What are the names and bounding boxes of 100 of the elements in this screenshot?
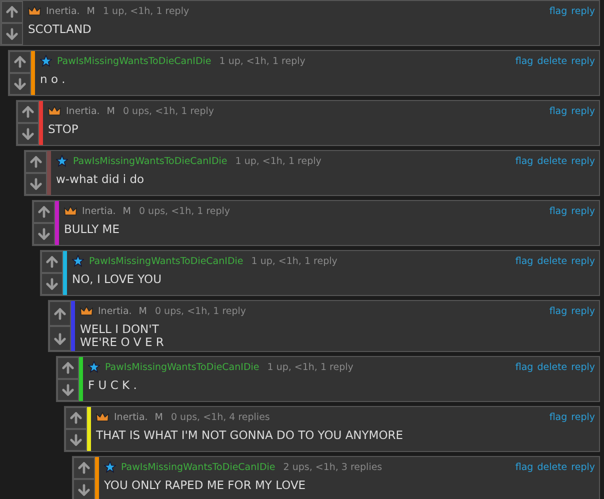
comment-action-link[interactable]: reply (571, 6, 595, 16)
star-icon (56, 155, 68, 167)
comment-action-link[interactable]: reply (571, 56, 595, 66)
comment-action-link[interactable]: reply (571, 412, 595, 422)
mod-flair: M (106, 106, 115, 116)
comment-action-link[interactable]: flag (549, 206, 568, 216)
upvote-button[interactable] (73, 457, 95, 479)
comment-action-link[interactable]: flag (515, 362, 534, 372)
comment-action-link[interactable]: reply (571, 156, 595, 166)
mod-flair: M (138, 306, 147, 316)
downvote-button[interactable] (65, 429, 87, 451)
downvote-button[interactable] (73, 479, 95, 499)
up-arrow-icon (76, 460, 92, 476)
downvote-button[interactable] (25, 173, 47, 195)
down-arrow-icon (52, 330, 68, 346)
downvote-button[interactable] (41, 273, 63, 295)
mod-flair: M (154, 412, 163, 422)
comment-text: STOP (48, 123, 80, 136)
comment-meta: 1 up, <1h, 1 reply (219, 56, 306, 66)
comment-action-link[interactable]: delete (537, 156, 568, 166)
star-icon (104, 461, 116, 473)
star-icon (72, 255, 84, 267)
comment-action-link[interactable]: delete (537, 362, 568, 372)
comment-action-link[interactable]: reply (571, 206, 595, 216)
up-arrow-icon (20, 104, 36, 120)
downvote-button[interactable] (1, 23, 23, 45)
comment-action-link[interactable]: flag (515, 256, 534, 266)
downvote-button[interactable] (33, 223, 55, 245)
up-arrow-icon (60, 360, 76, 376)
comment-text: F U C K . (88, 379, 138, 392)
mod-flair: M (122, 206, 131, 216)
comment-action-link[interactable]: delete (537, 256, 568, 266)
username[interactable]: PawIsMissingWantsToDieCanIDie (105, 362, 260, 372)
down-arrow-icon (12, 76, 28, 92)
up-arrow-icon (44, 254, 60, 270)
comment-text: w-what did i do (56, 173, 146, 186)
comment-action-link[interactable]: flag (549, 6, 568, 16)
comment-action-link[interactable]: delete (537, 462, 568, 472)
comment-text: NO, I LOVE YOU (72, 273, 163, 286)
comment-text: BULLY ME (64, 223, 120, 236)
star-icon (88, 361, 100, 373)
username[interactable]: Inertia. (66, 106, 100, 116)
comment-action-link[interactable]: reply (571, 256, 595, 266)
comment-meta: 1 up, <1h, 1 reply (251, 256, 338, 266)
comment-text: WE'RE O V E R (80, 336, 165, 349)
comment-meta: 0 ups, <1h, 1 reply (154, 306, 246, 316)
downvote-button[interactable] (57, 379, 79, 401)
comment-meta: 1 up, <1h, 1 reply (267, 362, 354, 372)
comment-action-link[interactable]: reply (571, 362, 595, 372)
comment-action-link[interactable]: flag (549, 412, 568, 422)
comment-meta: 0 ups, <1h, 1 reply (122, 106, 214, 116)
comment-meta: 0 ups, <1h, 1 reply (138, 206, 230, 216)
upvote-button[interactable] (1, 1, 23, 23)
upvote-button[interactable] (57, 357, 79, 379)
downvote-button[interactable] (49, 326, 71, 351)
comment-action-link[interactable]: flag (549, 306, 568, 316)
up-arrow-icon (52, 306, 68, 322)
comment-action-link[interactable]: flag (515, 462, 534, 472)
comment-text: YOU ONLY RAPED ME FOR MY LOVE (104, 479, 307, 492)
username[interactable]: Inertia. (98, 306, 132, 316)
comment-meta: 1 up, <1h, 1 reply (235, 156, 322, 166)
username[interactable]: PawIsMissingWantsToDieCanIDie (121, 462, 276, 472)
comment-action-link[interactable]: delete (537, 56, 568, 66)
comment-action-link[interactable]: flag (515, 156, 534, 166)
username[interactable]: Inertia. (82, 206, 116, 216)
up-arrow-icon (68, 410, 84, 426)
comment-text: WELL I DON'T (80, 323, 160, 336)
up-arrow-icon (12, 54, 28, 70)
comment-action-link[interactable]: reply (571, 306, 595, 316)
downvote-button[interactable] (9, 73, 31, 95)
downvote-button[interactable] (17, 123, 39, 145)
upvote-button[interactable] (41, 251, 63, 273)
down-arrow-icon (60, 382, 76, 398)
comment-text: SCOTLAND (28, 23, 92, 36)
comment-action-link[interactable]: flag (515, 56, 534, 66)
crown-icon (48, 106, 61, 116)
comment-action-link[interactable]: reply (571, 106, 595, 116)
upvote-button[interactable] (33, 201, 55, 223)
username[interactable]: PawIsMissingWantsToDieCanIDie (73, 156, 228, 166)
upvote-button[interactable] (25, 151, 47, 173)
comment-action-link[interactable]: flag (549, 106, 568, 116)
star-icon (40, 55, 52, 67)
username[interactable]: PawIsMissingWantsToDieCanIDie (89, 256, 244, 266)
down-arrow-icon (44, 276, 60, 292)
comment-text: THAT IS WHAT I'M NOT GONNA DO TO YOU ANYMORE (96, 429, 404, 442)
upvote-button[interactable] (65, 407, 87, 429)
crown-icon (28, 6, 41, 16)
crown-icon (64, 206, 77, 216)
down-arrow-icon (76, 482, 92, 498)
crown-icon (96, 412, 109, 422)
username[interactable]: Inertia. (114, 412, 148, 422)
username[interactable]: Inertia. (46, 6, 80, 16)
down-arrow-icon (4, 26, 20, 42)
comment-action-link[interactable]: reply (571, 462, 595, 472)
upvote-button[interactable] (9, 51, 31, 73)
comment-text: n o . (40, 73, 66, 86)
comment-meta: 0 ups, <1h, 4 replies (170, 412, 270, 422)
upvote-button[interactable] (17, 101, 39, 123)
username[interactable]: PawIsMissingWantsToDieCanIDie (57, 56, 212, 66)
upvote-button[interactable] (49, 301, 71, 326)
